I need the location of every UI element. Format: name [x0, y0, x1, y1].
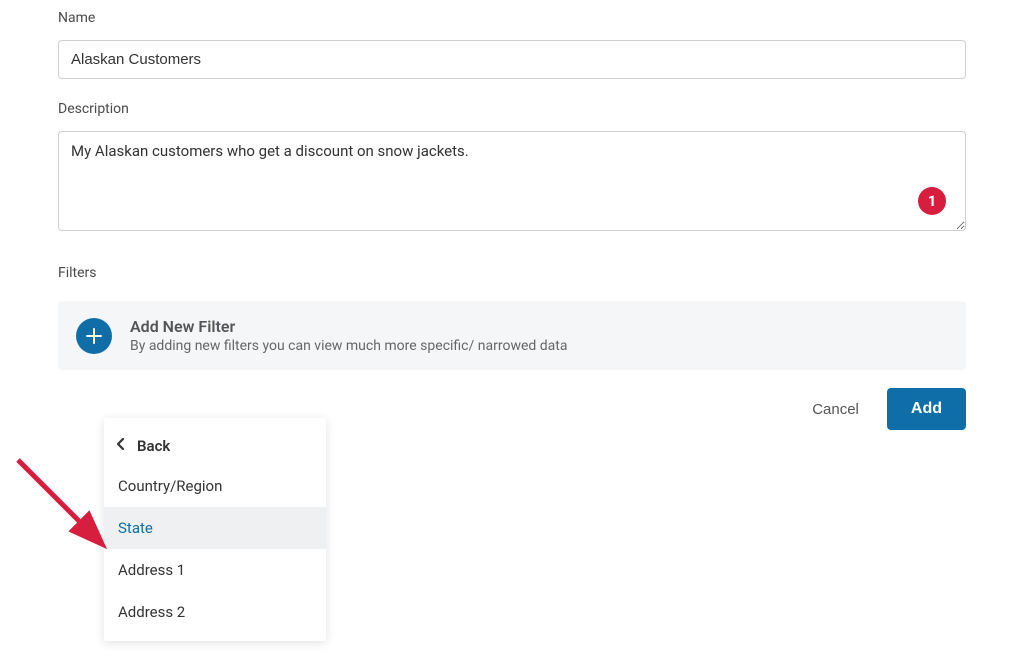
dropdown-item-state[interactable]: State — [104, 507, 326, 549]
filter-field-dropdown: Back Country/RegionStateAddress 1Address… — [104, 418, 326, 641]
chevron-left-icon — [116, 436, 125, 455]
cancel-button[interactable]: Cancel — [812, 401, 859, 418]
annotation-badge-1: 1 — [918, 187, 946, 215]
add-button[interactable]: Add — [887, 388, 966, 430]
filters-section-label: Filters — [58, 265, 966, 281]
name-field-group: Name — [58, 10, 966, 79]
name-label: Name — [58, 10, 966, 26]
add-filter-title: Add New Filter — [130, 317, 567, 336]
name-input[interactable] — [58, 40, 966, 79]
dropdown-item-country-region[interactable]: Country/Region — [104, 465, 326, 507]
dropdown-back-label: Back — [137, 437, 170, 455]
add-new-filter-panel[interactable]: Add New Filter By adding new filters you… — [58, 301, 966, 370]
add-filter-subtitle: By adding new filters you can view much … — [130, 338, 567, 354]
dropdown-item-address-2[interactable]: Address 2 — [104, 591, 326, 633]
description-field-group: Description My Alaskan customers who get… — [58, 101, 966, 235]
arrow-annotation — [8, 450, 118, 560]
add-filter-text: Add New Filter By adding new filters you… — [130, 317, 567, 354]
plus-icon — [76, 318, 112, 354]
description-label: Description — [58, 101, 966, 117]
dropdown-item-address-1[interactable]: Address 1 — [104, 549, 326, 591]
description-textarea[interactable]: My Alaskan customers who get a discount … — [58, 131, 966, 231]
dropdown-back-button[interactable]: Back — [104, 426, 326, 465]
